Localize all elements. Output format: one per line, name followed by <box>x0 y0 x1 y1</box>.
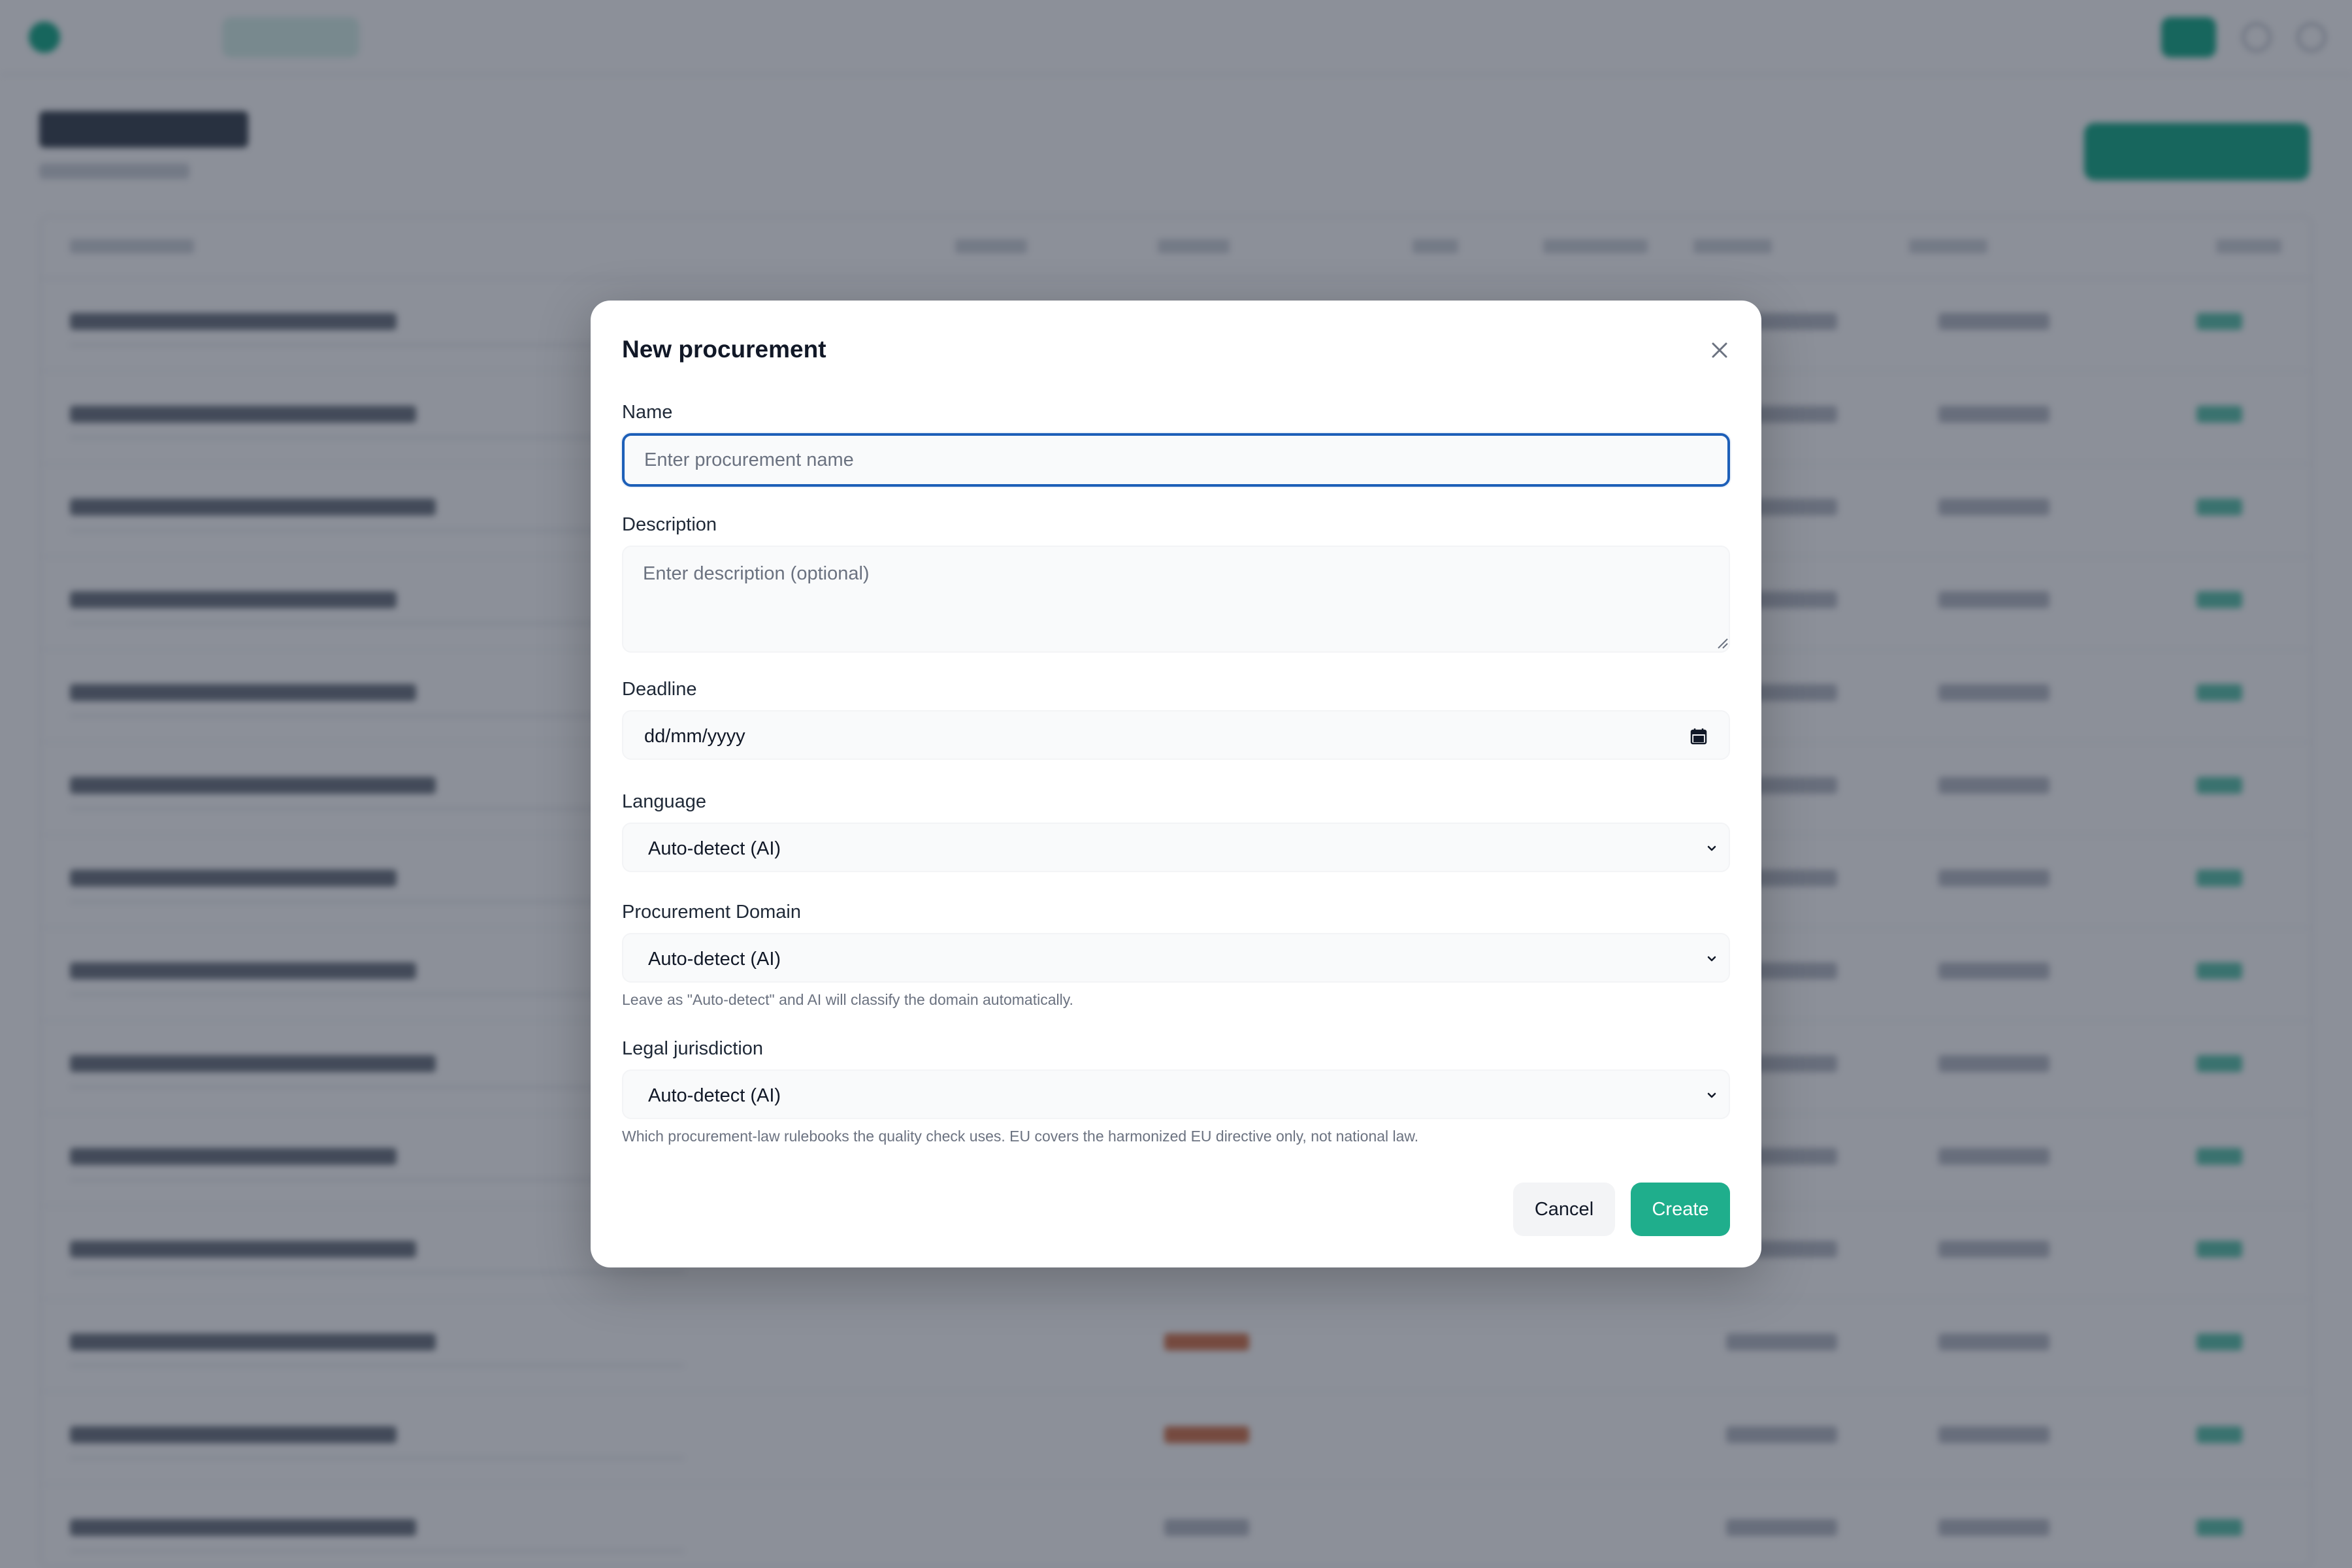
name-label: Name <box>622 402 673 423</box>
calendar-icon[interactable] <box>1688 726 1709 747</box>
close-button[interactable] <box>1701 332 1738 368</box>
dialog-title: New procurement <box>622 336 826 363</box>
domain-select-value: Auto-detect (AI) <box>648 949 781 970</box>
cancel-button[interactable]: Cancel <box>1513 1183 1615 1236</box>
jurisdiction-hint: Which procurement-law rulebooks the qual… <box>622 1128 1419 1145</box>
description-textarea[interactable] <box>622 546 1730 653</box>
new-procurement-dialog: New procurement Name Description Deadlin… <box>591 301 1761 1267</box>
chevron-down-icon <box>1707 845 1716 851</box>
domain-hint: Leave as "Auto-detect" and AI will class… <box>622 991 1073 1008</box>
description-label: Description <box>622 514 717 535</box>
language-select-value: Auto-detect (AI) <box>648 838 781 859</box>
chevron-down-icon <box>1707 956 1716 962</box>
close-icon <box>1712 342 1727 358</box>
name-input[interactable] <box>622 433 1730 487</box>
jurisdiction-label: Legal jurisdiction <box>622 1038 764 1059</box>
deadline-label: Deadline <box>622 679 697 700</box>
jurisdiction-select[interactable]: Auto-detect (AI) <box>622 1070 1730 1119</box>
deadline-value: dd/mm/yyyy <box>644 726 745 747</box>
language-select[interactable]: Auto-detect (AI) <box>622 823 1730 872</box>
domain-label: Procurement Domain <box>622 902 801 923</box>
deadline-date-input[interactable]: dd/mm/yyyy <box>622 710 1730 760</box>
resize-handle-icon[interactable] <box>1716 636 1729 649</box>
create-button[interactable]: Create <box>1631 1183 1730 1236</box>
language-label: Language <box>622 791 707 812</box>
jurisdiction-select-value: Auto-detect (AI) <box>648 1085 781 1106</box>
chevron-down-icon <box>1707 1092 1716 1098</box>
domain-select[interactable]: Auto-detect (AI) <box>622 933 1730 983</box>
